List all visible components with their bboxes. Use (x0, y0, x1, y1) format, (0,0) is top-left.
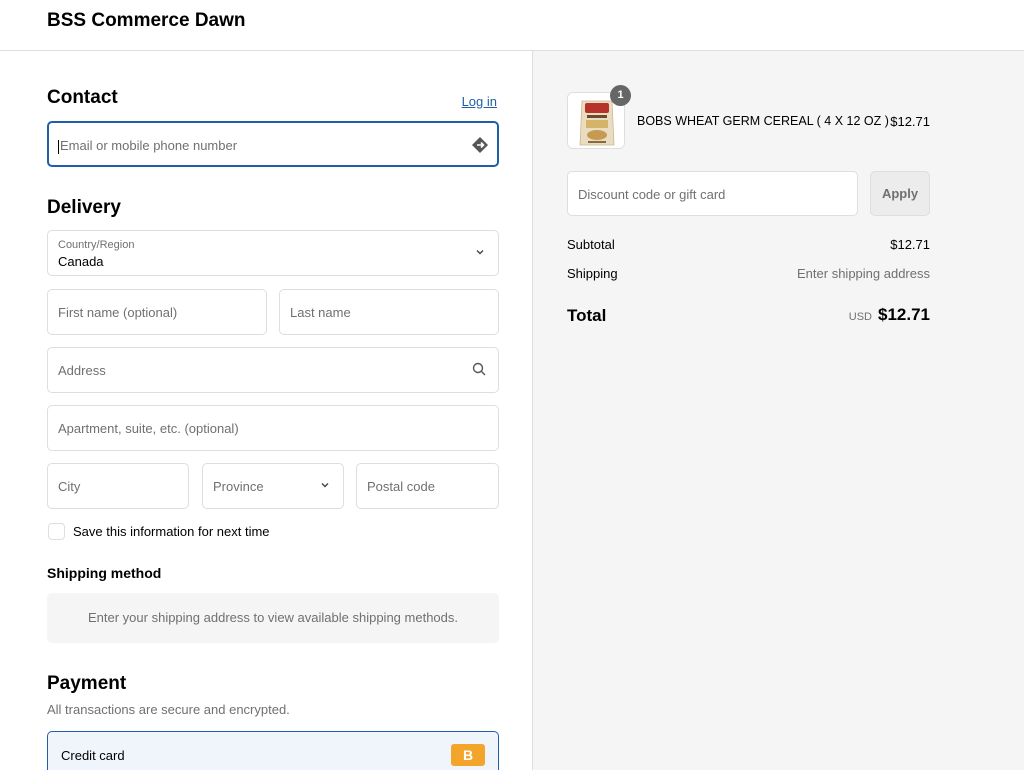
contact-title: Contact (47, 87, 118, 108)
store-name[interactable]: BSS Commerce Dawn (47, 10, 246, 32)
credit-card-label: Credit card (61, 748, 125, 763)
shipping-label: Shipping (567, 266, 618, 281)
apply-button[interactable]: Apply (870, 171, 930, 216)
subtotal-label: Subtotal (567, 237, 615, 252)
last-name-placeholder: Last name (290, 305, 351, 320)
header: BSS Commerce Dawn (0, 0, 1024, 51)
order-summary: 1 BOBS WHEAT GERM CEREAL ( 4 X 12 OZ ) $… (533, 51, 1024, 770)
card-brand-icon: B (451, 744, 485, 766)
first-name-placeholder: First name (optional) (58, 305, 178, 320)
save-info-label[interactable]: Save this information for next time (73, 524, 270, 539)
address-placeholder: Address (58, 363, 106, 378)
shipping-value: Enter shipping address (797, 266, 930, 281)
chevron-down-icon (319, 479, 331, 494)
delivery-title: Delivery (47, 197, 121, 218)
total-amount: USD $12.71 (849, 305, 930, 325)
first-name-field[interactable]: First name (optional) (47, 289, 267, 335)
country-label: Country/Region (58, 239, 135, 251)
chevron-down-icon (474, 246, 486, 261)
subtotal-value: $12.71 (890, 237, 930, 252)
apartment-field[interactable]: Apartment, suite, etc. (optional) (47, 405, 499, 451)
postal-placeholder: Postal code (367, 479, 435, 494)
shop-pay-icon[interactable] (471, 136, 489, 157)
payment-title: Payment (47, 673, 127, 694)
apartment-placeholder: Apartment, suite, etc. (optional) (58, 421, 239, 436)
shipping-method-notice: Enter your shipping address to view avai… (47, 593, 499, 643)
last-name-field[interactable]: Last name (279, 289, 499, 335)
province-select[interactable]: Province (202, 463, 344, 509)
city-field[interactable]: City (47, 463, 189, 509)
search-icon (472, 362, 486, 379)
email-placeholder: Email or mobile phone number (60, 138, 238, 153)
payment-subtitle: All transactions are secure and encrypte… (47, 702, 290, 717)
login-link[interactable]: Log in (462, 94, 497, 109)
province-placeholder: Province (213, 479, 264, 494)
email-field[interactable]: Email or mobile phone number (47, 121, 499, 167)
postal-code-field[interactable]: Postal code (356, 463, 499, 509)
discount-placeholder: Discount code or gift card (578, 187, 726, 202)
text-caret (58, 139, 59, 154)
total-value: $12.71 (878, 305, 930, 324)
shipping-method-message: Enter your shipping address to view avai… (88, 610, 458, 625)
product-name: BOBS WHEAT GERM CEREAL ( 4 X 12 OZ ) (637, 114, 889, 128)
discount-code-input[interactable]: Discount code or gift card (567, 171, 858, 216)
total-label: Total (567, 306, 607, 325)
city-placeholder: City (58, 479, 81, 494)
credit-card-option[interactable]: Credit card B (47, 731, 499, 770)
save-info-checkbox[interactable] (48, 523, 65, 540)
quantity-badge: 1 (610, 85, 631, 106)
currency-code: USD (848, 311, 872, 323)
shipping-method-title: Shipping method (47, 565, 162, 581)
country-select[interactable]: Country/Region Canada (47, 230, 499, 276)
checkout-form: Contact Log in Email or mobile phone num… (0, 51, 533, 770)
address-field[interactable]: Address (47, 347, 499, 393)
product-price: $12.71 (890, 114, 930, 129)
country-value: Canada (58, 254, 104, 269)
